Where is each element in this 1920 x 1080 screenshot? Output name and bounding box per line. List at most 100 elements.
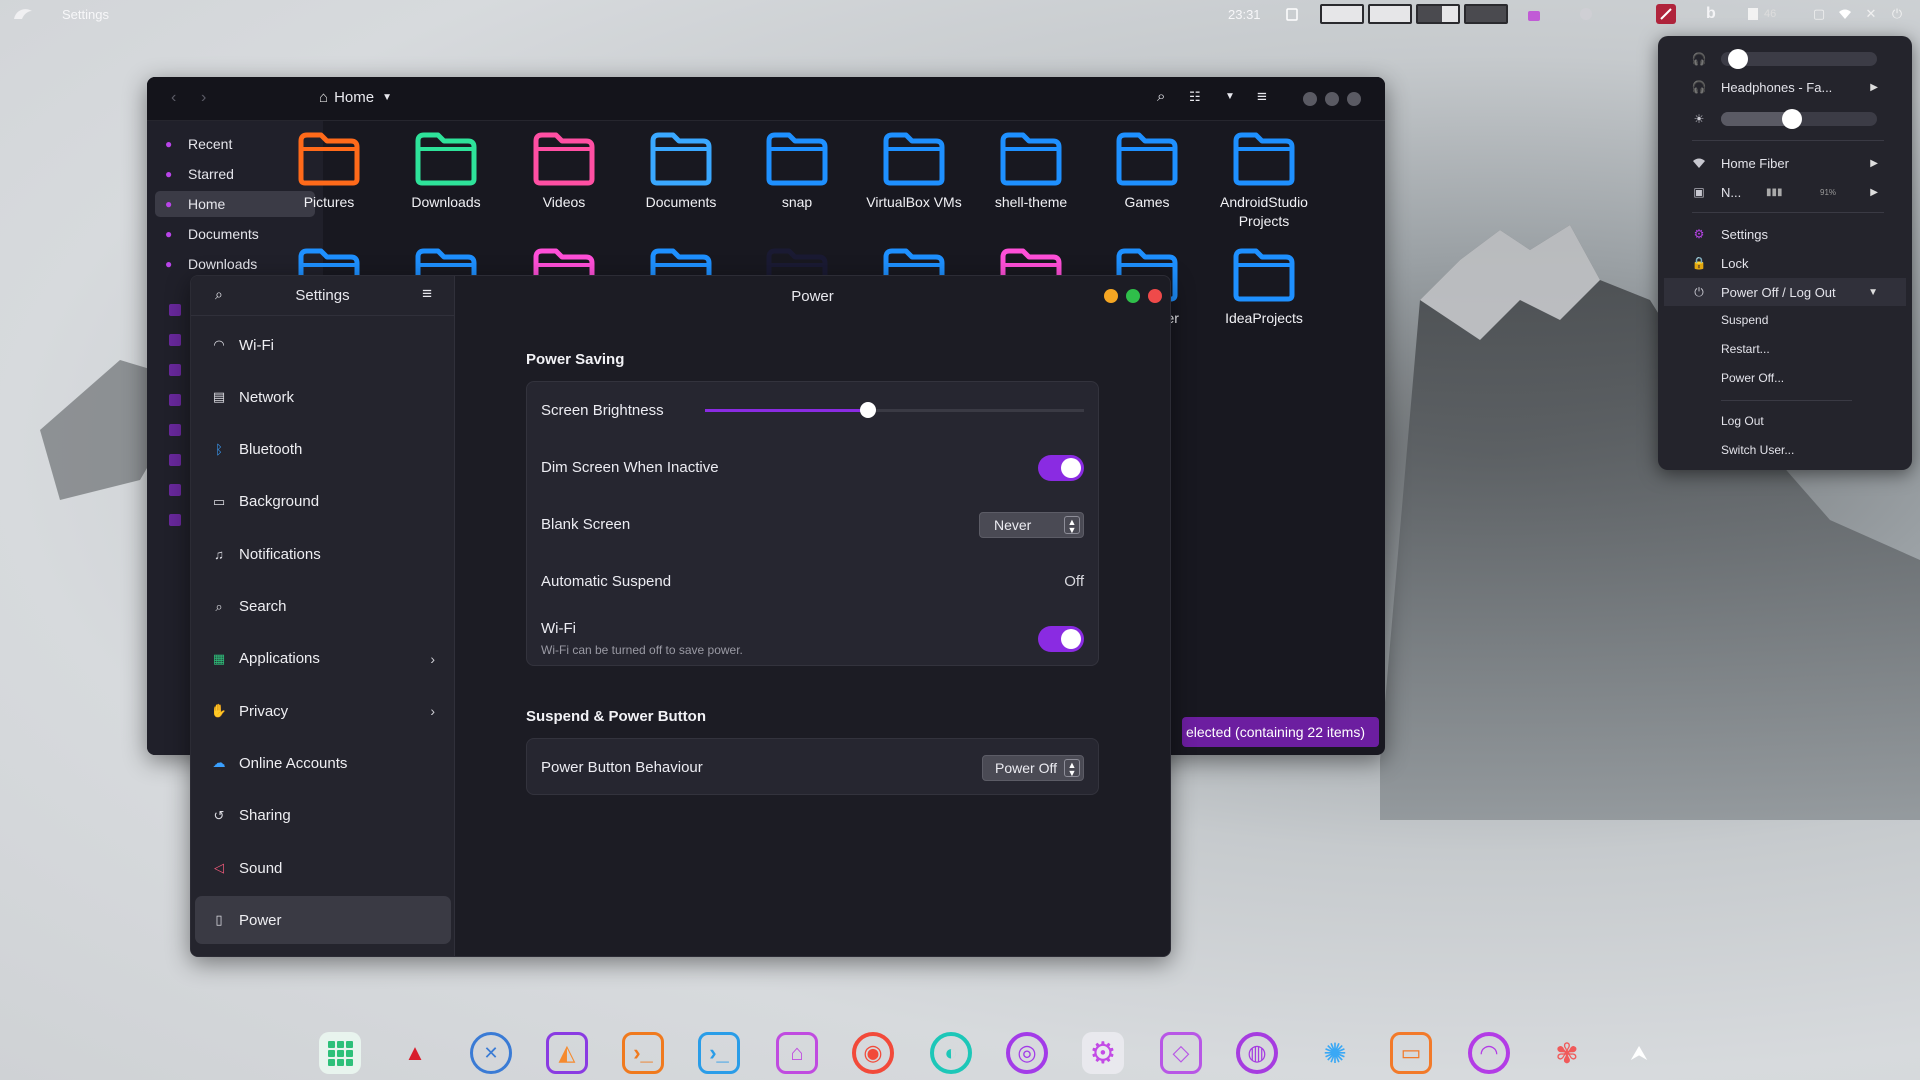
volume-slider-handle[interactable] (1727, 49, 1748, 69)
folder-item[interactable]: Downloads (390, 129, 502, 212)
nav-item-online-accounts[interactable]: ☁ Online Accounts (195, 739, 451, 787)
music-app-icon[interactable]: ◉ (852, 1032, 894, 1074)
sidebar-bookmark-icon[interactable] (169, 304, 181, 316)
settings-app-icon[interactable]: ⚙ (1082, 1032, 1124, 1074)
settings-row[interactable]: ⚙ Settings (1658, 221, 1912, 247)
session-submenu-item[interactable]: Switch User... (1658, 437, 1912, 463)
folder-item[interactable]: Games (1091, 129, 1203, 212)
power-submenu-header[interactable]: ⏻ Power Off / Log Out ▼ (1664, 278, 1906, 306)
clipboard-icon[interactable] (1286, 0, 1298, 28)
lock-row[interactable]: 🔒 Lock (1658, 250, 1912, 276)
power-button-dropdown[interactable]: Power Off ▲ ▼ (982, 754, 1084, 781)
wifi-row[interactable]: Home Fiber ▶ (1658, 150, 1912, 176)
nav-item-background[interactable]: ▭ Background (195, 478, 451, 526)
sidebar-bookmark-icon[interactable] (169, 454, 181, 466)
brightness-slider[interactable] (705, 402, 1084, 418)
workspace-4[interactable] (1464, 4, 1508, 24)
power-submenu-item[interactable]: Power Off... (1658, 365, 1912, 391)
nav-item-privacy[interactable]: ✋ Privacy › (195, 687, 451, 735)
atom-app-icon[interactable]: ✾ (1546, 1032, 1588, 1074)
system-tray[interactable]: ▢ ✕ ⏻ (1800, 0, 1904, 28)
store-icon[interactable] (1526, 0, 1542, 28)
nav-item-sound[interactable]: ◁ Sound (195, 844, 451, 892)
launcher-arrow-icon[interactable]: ⮝ (1618, 1032, 1660, 1074)
bing-icon[interactable]: b (1706, 0, 1716, 28)
files-sidebar-item-documents[interactable]: ● Documents (155, 221, 315, 247)
view-toggle-button[interactable]: ☷ (1189, 89, 1201, 105)
folder-item[interactable]: Documents (625, 129, 737, 212)
search-button[interactable]: ⌕ (1157, 88, 1165, 105)
audio-output-row[interactable]: 🎧 Headphones - Fa... ▶ (1658, 74, 1912, 100)
view-options-button[interactable]: ▼ (1225, 91, 1235, 102)
firefox-icon[interactable]: ◎ (1006, 1032, 1048, 1074)
clock[interactable]: 23:31 (1228, 0, 1261, 28)
files-app-icon[interactable]: ▭ (1390, 1032, 1432, 1074)
sidebar-bookmark-icon[interactable] (169, 514, 181, 526)
sidebar-bookmark-icon[interactable] (169, 364, 181, 376)
app-indicator-icon[interactable] (1656, 0, 1676, 28)
minimize-button[interactable] (1104, 289, 1118, 303)
folder-item[interactable]: shell-theme (975, 129, 1087, 212)
brightness-slider-handle[interactable] (1782, 109, 1803, 129)
image-editor-icon[interactable]: ◭ (546, 1032, 588, 1074)
folder-item[interactable]: snap (741, 129, 853, 212)
minimize-button[interactable] (1303, 92, 1317, 106)
sidebar-bookmark-icon[interactable] (169, 484, 181, 496)
nav-item-search[interactable]: ⌕ Search (195, 583, 451, 631)
volume-slider[interactable] (1721, 49, 1877, 69)
nav-item-power[interactable]: ▯ Power (195, 896, 451, 945)
close-button[interactable] (1148, 289, 1162, 303)
folder-item[interactable]: AndroidStudio Projects (1208, 129, 1320, 231)
app-grid-icon[interactable] (319, 1032, 361, 1074)
power-submenu-item[interactable]: Suspend (1658, 307, 1912, 333)
terminal-blue-icon[interactable]: ›_ (698, 1032, 740, 1074)
nav-item-notifications[interactable]: ♫ Notifications (195, 530, 451, 578)
terminal-orange-icon[interactable]: ›_ (622, 1032, 664, 1074)
nav-item-applications[interactable]: ▦ Applications › (195, 635, 451, 683)
workspace-switcher[interactable] (1320, 0, 1512, 28)
maximize-button[interactable] (1325, 92, 1339, 106)
auto-suspend-row[interactable]: Automatic Suspend Off (527, 553, 1098, 610)
session-submenu-item[interactable]: Log Out (1658, 408, 1912, 434)
folder-item[interactable]: VirtualBox VMs (858, 129, 970, 212)
brightness-slider-handle[interactable] (859, 402, 876, 418)
window-controls[interactable] (1295, 92, 1361, 111)
extensions-icon[interactable]: ✺ (1314, 1032, 1356, 1074)
wifi-power-toggle[interactable] (1038, 625, 1084, 652)
bird-app-icon[interactable]: ▲ (394, 1032, 436, 1074)
back-button[interactable]: ‹ (171, 89, 176, 107)
hamburger-menu-icon[interactable]: ≡ (422, 284, 432, 304)
vscode-icon[interactable]: ✕ (470, 1032, 512, 1074)
nav-item-wi-fi[interactable]: ◠ Wi-Fi (195, 321, 451, 369)
menu-button[interactable]: ≡ (1257, 87, 1267, 107)
sidebar-bookmark-icon[interactable] (169, 334, 181, 346)
workspace-1[interactable] (1320, 4, 1364, 24)
close-button[interactable] (1347, 92, 1361, 106)
edge-browser-icon[interactable]: ◐ (930, 1032, 972, 1074)
headset-app-icon[interactable]: ◠ (1468, 1032, 1510, 1074)
gamepad-icon[interactable]: ◇ (1160, 1032, 1202, 1074)
activities-logo-icon[interactable] (12, 0, 34, 28)
nav-item-network[interactable]: ▤ Network (195, 373, 451, 421)
indicator-icon[interactable] (1578, 0, 1594, 28)
workspace-2[interactable] (1368, 4, 1412, 24)
active-app-label[interactable]: Settings (62, 0, 109, 28)
brightness-slider[interactable] (1721, 109, 1877, 129)
podcast-icon[interactable]: ◍ (1236, 1032, 1278, 1074)
power-submenu-item[interactable]: Restart... (1658, 336, 1912, 362)
blank-screen-dropdown[interactable]: Never ▲ ▼ (979, 511, 1084, 538)
folder-item[interactable]: IdeaProjects (1208, 245, 1320, 328)
nav-item-bluetooth[interactable]: ᛒ Bluetooth (195, 426, 451, 474)
maximize-button[interactable] (1126, 289, 1140, 303)
sidebar-bookmark-icon[interactable] (169, 424, 181, 436)
sidebar-bookmark-icon[interactable] (169, 394, 181, 406)
folder-item[interactable]: Pictures (273, 129, 385, 212)
mobile-network-row[interactable]: ▣ N... ▮▮▮ 91% ▶ (1658, 179, 1912, 205)
nav-item-sharing[interactable]: ↺ Sharing (195, 792, 451, 840)
battery-indicator[interactable]: 46 (1748, 0, 1776, 28)
search-icon[interactable]: ⌕ (215, 286, 223, 303)
forward-button[interactable]: › (201, 89, 206, 107)
store-icon[interactable]: ⌂ (776, 1032, 818, 1074)
location-button[interactable]: ⌂ Home ▼ (319, 89, 392, 106)
dim-screen-toggle[interactable] (1038, 454, 1084, 481)
